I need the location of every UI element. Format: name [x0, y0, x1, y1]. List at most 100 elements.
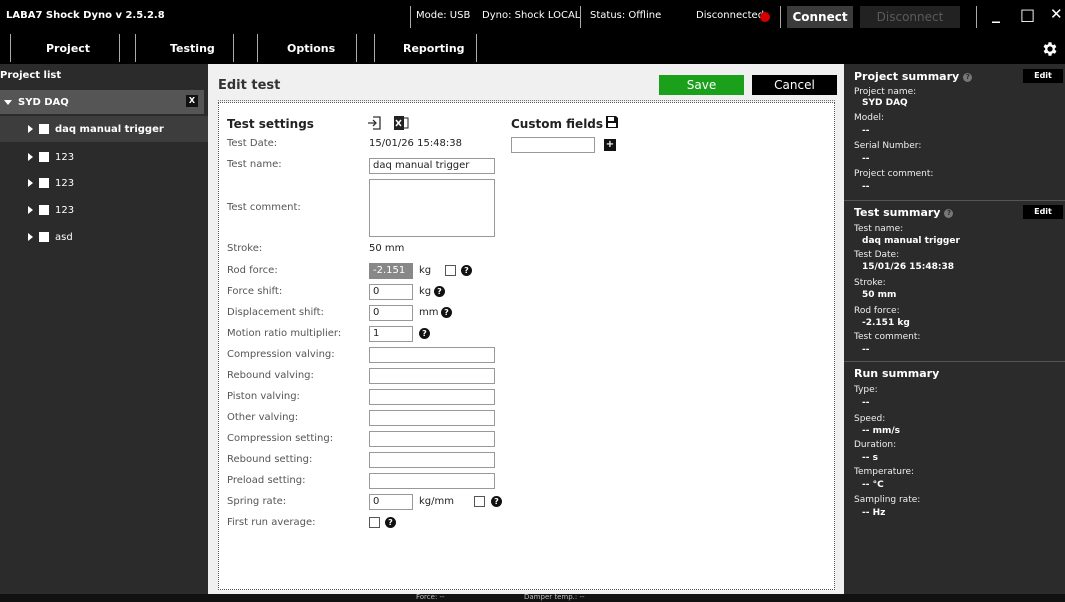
serial-value: -- — [862, 154, 870, 164]
test-name-input[interactable]: daq manual trigger — [369, 158, 495, 174]
rebound-valving-label: Rebound valving: — [227, 370, 314, 381]
excel-icon[interactable] — [393, 115, 409, 131]
help-icon[interactable]: ? — [434, 286, 445, 297]
rebound-valving-input[interactable] — [369, 368, 495, 384]
help-icon[interactable]: ? — [461, 265, 472, 276]
help-icon[interactable]: ? — [441, 307, 452, 318]
menu-project[interactable]: Project — [46, 42, 90, 55]
spring-rate-input[interactable]: 0 — [369, 494, 413, 510]
disconnect-button[interactable]: Disconnect — [860, 6, 960, 28]
test-item-label: asd — [55, 231, 73, 243]
type-label: Type: — [854, 385, 878, 395]
info-icon[interactable]: ? — [963, 72, 973, 82]
summary-panel: Project summary? Edit Project name: SYD … — [844, 64, 1065, 594]
edit-test-summary-button[interactable]: Edit — [1023, 205, 1063, 219]
menu-reporting[interactable]: Reporting — [403, 42, 465, 55]
expand-right-icon[interactable] — [28, 206, 33, 214]
speed-value: -- mm/s — [862, 426, 901, 436]
list-item[interactable]: 123 — [28, 144, 218, 170]
run-summary-title: Run summary — [854, 367, 940, 380]
temperature-label: Temperature: — [854, 467, 915, 477]
cancel-button[interactable]: Cancel — [752, 75, 837, 95]
menu-bar: Project Testing Options Reporting — [0, 34, 1065, 64]
status-label: Status: Offline — [590, 10, 662, 21]
spring-rate-checkbox[interactable] — [474, 496, 485, 507]
divider — [844, 361, 1065, 362]
minimize-icon[interactable]: _ — [992, 4, 1000, 23]
dyno-label: Dyno: Shock LOCAL — [482, 10, 581, 21]
force-shift-input[interactable]: 0 — [369, 284, 413, 300]
menu-options[interactable]: Options — [287, 42, 335, 55]
project-summary-title: Project summary? — [854, 70, 973, 83]
rebound-setting-input[interactable] — [369, 452, 495, 468]
test-comment-label: Test comment: — [227, 202, 301, 213]
rod-force-checkbox[interactable] — [445, 265, 456, 276]
expand-down-icon[interactable] — [4, 99, 12, 105]
list-item[interactable]: 123 — [28, 197, 218, 223]
piston-valving-input[interactable] — [369, 389, 495, 405]
list-item[interactable]: daq manual trigger — [0, 116, 208, 142]
list-item[interactable]: asd — [28, 224, 218, 250]
checkbox[interactable] — [39, 178, 49, 188]
motion-ratio-input[interactable]: 1 — [369, 326, 413, 342]
expand-right-icon[interactable] — [28, 125, 33, 133]
plus-icon[interactable]: + — [604, 139, 616, 151]
app-window: LABA7 Shock Dyno v 2.5.2.8 Mode: USB Dyn… — [0, 0, 1065, 602]
help-icon[interactable]: ? — [419, 328, 430, 339]
expand-right-icon[interactable] — [28, 153, 33, 161]
ts-rod-value: -2.151 kg — [862, 318, 910, 328]
test-comment-textarea[interactable] — [369, 179, 495, 237]
checkbox[interactable] — [39, 232, 49, 242]
status-bar: Force: -- Damper temp.: -- — [0, 593, 1065, 602]
save-button[interactable]: Save — [659, 75, 744, 95]
page-title: Edit test — [218, 78, 281, 93]
first-run-label: First run average: — [227, 517, 316, 528]
connect-button[interactable]: Connect — [787, 6, 853, 28]
project-comment-label: Project comment: — [854, 169, 934, 179]
edit-project-button[interactable]: Edit — [1023, 69, 1063, 83]
checkbox[interactable] — [39, 124, 49, 134]
preload-setting-label: Preload setting: — [227, 475, 306, 486]
first-run-checkbox[interactable] — [369, 517, 380, 528]
temperature-value: -- °C — [862, 480, 884, 490]
checkbox[interactable] — [39, 205, 49, 215]
speed-label: Speed: — [854, 414, 886, 424]
info-icon[interactable]: ? — [944, 208, 954, 218]
project-list-header: Project list — [0, 70, 62, 81]
expand-right-icon[interactable] — [28, 233, 33, 241]
displacement-shift-input[interactable]: 0 — [369, 305, 413, 321]
menu-testing[interactable]: Testing — [170, 42, 215, 55]
divider — [410, 6, 411, 28]
test-name-label: Test name: — [227, 159, 282, 170]
divider — [218, 100, 835, 101]
stroke-value: 50 mm — [369, 243, 405, 254]
preload-setting-input[interactable] — [369, 473, 495, 489]
checkbox[interactable] — [39, 152, 49, 162]
project-root-row[interactable]: SYD DAQ X — [0, 90, 204, 114]
gear-icon[interactable] — [1041, 40, 1059, 58]
help-icon[interactable]: ? — [385, 517, 396, 528]
list-item[interactable]: 123 — [28, 170, 218, 196]
other-valving-input[interactable] — [369, 410, 495, 426]
help-icon[interactable]: ? — [491, 496, 502, 507]
expand-right-icon[interactable] — [28, 179, 33, 187]
custom-field-input[interactable] — [511, 137, 595, 153]
test-item-label: daq manual trigger — [55, 123, 164, 135]
close-project-button[interactable]: X — [186, 95, 198, 107]
divider — [119, 34, 120, 62]
test-summary-title: Test summary? — [854, 206, 954, 219]
rod-force-unit: kg — [419, 265, 432, 276]
save-disk-icon[interactable] — [605, 115, 619, 129]
divider — [844, 200, 1065, 201]
ts-name-label: Test name: — [854, 224, 904, 234]
close-icon[interactable]: ✕ — [1050, 5, 1063, 23]
divider — [976, 6, 977, 28]
divider — [580, 6, 581, 28]
type-value: -- — [862, 398, 870, 408]
compression-setting-input[interactable] — [369, 431, 495, 447]
compression-valving-input[interactable] — [369, 347, 495, 363]
connection-state: Disconnected — [696, 10, 765, 21]
maximize-icon[interactable]: □ — [1020, 5, 1035, 24]
force-shift-label: Force shift: — [227, 286, 283, 297]
import-icon[interactable] — [367, 115, 383, 131]
